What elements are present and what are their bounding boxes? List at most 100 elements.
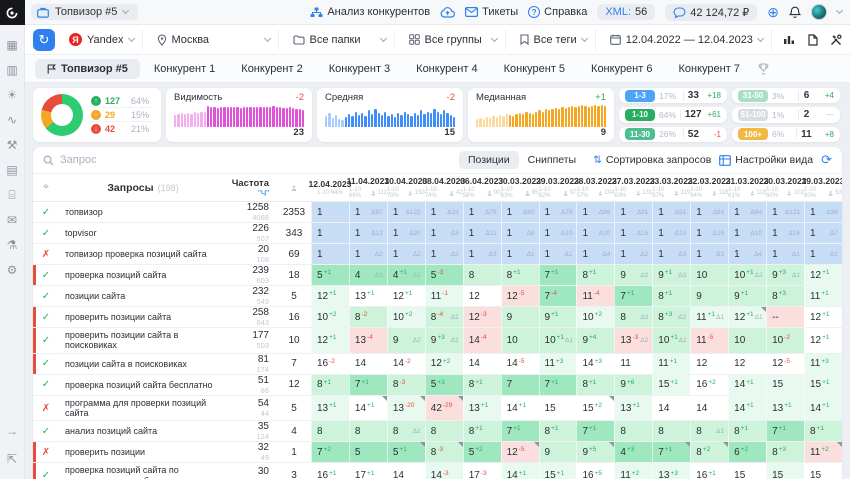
position-cell[interactable]: 1Δ8 <box>501 223 539 243</box>
position-cell[interactable]: 10+2 <box>387 307 425 327</box>
tab-competitor-7[interactable]: Конкурент 7 <box>666 59 751 79</box>
project-selector[interactable]: Топвизор #5 <box>31 4 138 20</box>
position-cell[interactable]: 1Δ1 <box>804 244 842 264</box>
query-cell[interactable]: проверить позиции сайта в поисковиках <box>59 328 227 353</box>
position-cell[interactable]: 9 <box>501 307 539 327</box>
query-cell[interactable]: проверить позиции сайта <box>59 307 227 327</box>
position-cell[interactable]: 1 <box>311 223 349 243</box>
position-cell[interactable]: 1Δ18 <box>690 223 728 243</box>
position-cell[interactable]: 5+2 <box>463 442 501 462</box>
view-settings-button[interactable]: Настройки вида <box>719 154 813 166</box>
position-cell[interactable]: 1Δ4 <box>728 244 766 264</box>
position-cell[interactable]: 13+1 <box>614 396 652 421</box>
position-cell[interactable]: 10+1Δ1 <box>539 328 577 353</box>
range-stat-11-30[interactable]: 11-3026%52-1 <box>619 127 727 142</box>
position-cell[interactable]: 1Δ18 <box>766 223 804 243</box>
position-cell[interactable]: 12-5 <box>766 354 804 374</box>
check-icon[interactable]: ✓ <box>33 375 59 395</box>
position-cell[interactable]: 8Δ1 <box>690 421 728 441</box>
position-cell[interactable]: 1Δ2 <box>349 244 387 264</box>
position-cell[interactable]: 8-4Δ1 <box>425 307 463 327</box>
query-cell[interactable]: проверить позиции <box>59 442 227 462</box>
snippets-tab[interactable]: Сниппеты <box>519 151 585 169</box>
position-cell[interactable]: 1Δ15 <box>614 223 652 243</box>
tab-competitor-6[interactable]: Конкурент 6 <box>579 59 664 79</box>
position-cell[interactable]: 13-3Δ2 <box>614 328 652 353</box>
refresh-button[interactable]: ↻ <box>33 29 55 51</box>
position-cell[interactable]: 1 <box>311 202 349 222</box>
folders-select[interactable]: Все папки <box>285 30 395 50</box>
position-cell[interactable]: 12-3 <box>463 307 501 327</box>
position-cell[interactable]: 1Δ3 <box>690 244 728 264</box>
position-cell[interactable]: 10+1Δ2 <box>728 265 766 285</box>
range-stat-51-100[interactable]: 51-1001%2— <box>732 107 840 122</box>
position-cell[interactable]: 10+1Δ1 <box>652 328 690 353</box>
position-cell[interactable]: 11+1 <box>652 354 690 374</box>
position-cell[interactable]: 8Δ3 <box>614 307 652 327</box>
search-engine-select[interactable]: Я Yandex <box>61 30 143 50</box>
position-cell[interactable]: 13-20 <box>387 396 425 421</box>
position-cell[interactable]: 9Δ2 <box>387 328 425 353</box>
query-cell[interactable]: проверка позиций сайта <box>59 265 227 285</box>
position-cell[interactable]: 10 <box>690 265 728 285</box>
card-average[interactable]: Средняя-215 <box>317 88 463 142</box>
position-cell[interactable]: 13-4 <box>349 328 387 353</box>
settings-icon[interactable]: ⚙ <box>7 264 18 276</box>
date-column-header[interactable]: 28.03.20231-10 57% 104 <box>576 174 614 201</box>
visitors-column-header[interactable] <box>277 174 311 201</box>
trends-icon[interactable]: ∿ <box>7 114 17 126</box>
query-cell[interactable]: проверка позиций сайта по ключевым слова… <box>59 463 227 479</box>
check-icon[interactable]: ✓ <box>33 463 59 479</box>
position-cell[interactable]: 9+3Δ1 <box>425 328 463 353</box>
position-cell[interactable]: 9+6 <box>614 375 652 395</box>
range-stat-1-3[interactable]: 1-317%33+18 <box>619 88 727 103</box>
tools-icon[interactable]: ⚒ <box>7 139 18 151</box>
position-cell[interactable]: 8-2 <box>349 307 387 327</box>
position-cell[interactable]: 8+1 <box>576 375 614 395</box>
position-cell[interactable]: 1Δ80 <box>501 202 539 222</box>
position-cell[interactable]: 12+2 <box>425 354 463 374</box>
position-cell[interactable]: 9 <box>690 286 728 306</box>
positions-tab[interactable]: Позиции <box>459 151 519 169</box>
position-cell[interactable]: 5 <box>349 442 387 462</box>
position-cell[interactable]: 10+2 <box>311 307 349 327</box>
position-cell[interactable]: 12-5 <box>501 286 539 306</box>
frequency-column-header[interactable]: Частота "Ч" <box>227 174 277 201</box>
position-cell[interactable]: 1Δ10 <box>539 223 577 243</box>
position-cell[interactable]: 5-3 <box>425 265 463 285</box>
position-cell[interactable]: 7+1 <box>576 421 614 441</box>
position-cell[interactable]: 8+3 <box>766 286 804 306</box>
card-visibility[interactable]: Видимость-223 <box>166 88 312 142</box>
position-cell[interactable]: 14+1 <box>349 396 387 421</box>
position-cell[interactable]: 8+1 <box>804 421 842 441</box>
position-cell[interactable]: 17-3 <box>463 463 501 479</box>
position-cell[interactable]: -- <box>766 307 804 327</box>
cross-icon[interactable]: ✗ <box>33 442 59 462</box>
range-stat-1-10[interactable]: 1-1064%127+61 <box>619 107 727 122</box>
tab-competitor-4[interactable]: Конкурент 4 <box>404 59 489 79</box>
check-icon[interactable]: ✓ <box>33 223 59 243</box>
position-cell[interactable]: 12+1 <box>311 286 349 306</box>
position-cell[interactable]: 7+1 <box>349 375 387 395</box>
xml-limits[interactable]: XML: 56 <box>597 4 655 20</box>
date-column-header[interactable]: 19.03.20231-10 60% 53 <box>804 174 842 201</box>
position-cell[interactable]: 11-4 <box>576 286 614 306</box>
tickets-button[interactable]: Тикеты <box>465 6 518 18</box>
position-cell[interactable]: 8 <box>652 421 690 441</box>
position-cell[interactable]: 14-3 <box>425 463 463 479</box>
position-cell[interactable]: 1Δ1 <box>539 244 577 264</box>
position-cell[interactable]: 15+1 <box>652 375 690 395</box>
cloud-icon[interactable] <box>440 7 455 18</box>
position-cell[interactable]: 12+1Δ1 <box>728 307 766 327</box>
tab-project[interactable]: Топвизор #5 <box>35 59 140 79</box>
position-cell[interactable]: 1Δ79 <box>539 202 577 222</box>
date-column-header[interactable]: 22.03.20231-10 64% 118 <box>690 174 728 201</box>
position-cell[interactable]: 8+1 <box>728 421 766 441</box>
position-cell[interactable]: 14 <box>652 396 690 421</box>
tags-select[interactable]: Все теги <box>512 30 596 50</box>
query-cell[interactable]: позиции сайта <box>59 286 227 306</box>
position-cell[interactable]: 8 <box>349 421 387 441</box>
position-cell[interactable]: 14-2 <box>387 354 425 374</box>
position-cell[interactable]: 13+1 <box>463 396 501 421</box>
export-icon[interactable]: ⇱ <box>7 453 17 465</box>
